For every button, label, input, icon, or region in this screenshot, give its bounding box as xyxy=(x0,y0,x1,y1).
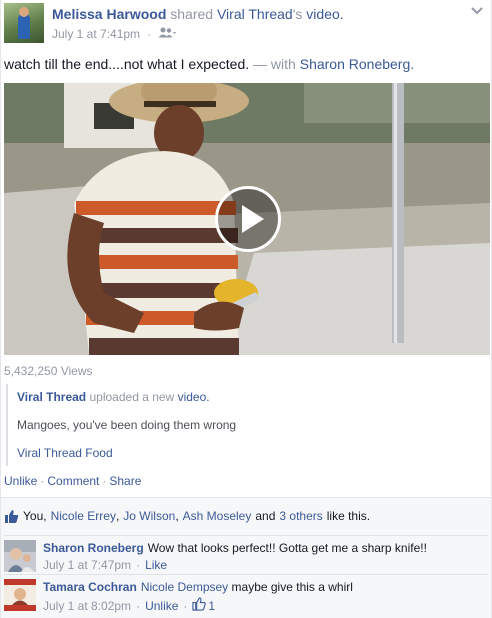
comment-body: Tamara Cochran Nicole Dempsey maybe give … xyxy=(43,580,353,594)
post-status: watch till the end....not what I expecte… xyxy=(4,56,414,72)
comment-item: Sharon Roneberg Wow that looks perfect!! … xyxy=(4,535,488,575)
attachment-source-link[interactable]: Viral Thread xyxy=(17,390,86,404)
likes-suffix: like this. xyxy=(326,509,371,523)
likes-comma: , xyxy=(115,509,120,523)
comment-dot: · xyxy=(136,558,141,572)
like-thumb-icon xyxy=(192,597,207,614)
commenter-name-link[interactable]: Tamara Cochran xyxy=(43,580,137,594)
video-player[interactable] xyxy=(4,83,490,355)
attachment-footer-link[interactable]: Viral Thread Food xyxy=(17,446,113,460)
view-count: 5,432,250 Views xyxy=(4,364,93,378)
post-meta: July 1 at 7:41pm · xyxy=(52,27,177,41)
comment-meta: July 1 at 8:02pm · Unlike · 1 xyxy=(43,597,215,614)
post-title: Melissa Harwood shared Viral Thread's vi… xyxy=(52,6,344,22)
comment-like-count[interactable]: 1 xyxy=(192,597,215,614)
comment-unlike-button[interactable]: Unlike xyxy=(145,599,178,613)
commenter-avatar[interactable] xyxy=(4,540,36,572)
post-timestamp[interactable]: July 1 at 7:41pm xyxy=(52,27,140,41)
meta-dot: · xyxy=(147,27,152,41)
liker-link-3[interactable]: Ash Moseley xyxy=(183,509,252,523)
play-icon[interactable] xyxy=(215,186,281,252)
author-name-link[interactable]: Melissa Harwood xyxy=(52,6,166,22)
share-button[interactable]: Share xyxy=(109,474,141,488)
comment-timestamp[interactable]: July 1 at 7:47pm xyxy=(43,558,131,572)
possessive-text: 's xyxy=(292,6,303,22)
post-actions: Unlike · Comment · Share xyxy=(4,474,141,488)
like-thumb-icon xyxy=(4,509,19,524)
comment-timestamp[interactable]: July 1 at 8:02pm xyxy=(43,599,131,613)
comment-dot: · xyxy=(183,598,188,613)
status-text: watch till the end....not what I expecte… xyxy=(4,56,250,72)
likes-others-link[interactable]: 3 others xyxy=(279,509,322,523)
comment-dot: · xyxy=(136,598,141,613)
commenter-name-link[interactable]: Sharon Roneberg xyxy=(43,541,144,555)
chevron-down-icon[interactable] xyxy=(470,5,484,17)
shared-attachment: Viral Thread uploaded a new video. Mango… xyxy=(6,384,486,466)
comment-item: Tamara Cochran Nicole Dempsey maybe give … xyxy=(4,574,488,614)
author-avatar[interactable] xyxy=(4,3,44,43)
shared-video-link[interactable]: video. xyxy=(306,6,343,22)
shared-page-link[interactable]: Viral Thread xyxy=(217,6,293,22)
comment-button[interactable]: Comment xyxy=(47,474,99,488)
like-count-value: 1 xyxy=(208,598,216,613)
post-header: Melissa Harwood shared Viral Thread's vi… xyxy=(4,3,484,45)
comment-mention-link[interactable]: Nicole Dempsey xyxy=(141,580,228,594)
shared-verb: shared xyxy=(170,6,214,22)
action-dot: · xyxy=(102,474,107,488)
comment-text: maybe give this a whirl xyxy=(231,580,353,594)
uploaded-text: uploaded a new xyxy=(89,390,175,404)
comment-meta: July 1 at 7:47pm · Like xyxy=(43,558,167,572)
comment-like-button[interactable]: Like xyxy=(145,558,167,572)
attachment-video-link[interactable]: video. xyxy=(178,390,210,404)
attachment-title: Mangoes, you've been doing them wrong xyxy=(17,418,237,432)
liker-link-2[interactable]: Jo Wilson xyxy=(123,509,175,523)
liker-link-1[interactable]: Nicole Errey xyxy=(51,509,116,523)
action-dot: · xyxy=(40,474,45,488)
likes-and: and xyxy=(255,509,276,523)
feed-post: Melissa Harwood shared Viral Thread's vi… xyxy=(0,0,492,618)
comment-body: Sharon Roneberg Wow that looks perfect!! … xyxy=(43,541,427,555)
attachment-header: Viral Thread uploaded a new video. xyxy=(17,390,210,404)
unlike-button[interactable]: Unlike xyxy=(4,474,37,488)
likes-you: You, xyxy=(23,509,47,523)
comment-text: Wow that looks perfect!! Gotta get me a … xyxy=(147,541,427,555)
likes-summary: You, Nicole Errey, Jo Wilson, Ash Mosele… xyxy=(4,506,488,526)
friends-icon[interactable] xyxy=(158,27,177,41)
tagged-friend-link[interactable]: Sharon Roneberg. xyxy=(300,56,414,72)
likes-comma: , xyxy=(175,509,179,523)
commenter-avatar[interactable] xyxy=(4,579,36,611)
comments-section: You, Nicole Errey, Jo Wilson, Ash Mosele… xyxy=(1,497,491,618)
with-text: — with xyxy=(253,56,296,72)
